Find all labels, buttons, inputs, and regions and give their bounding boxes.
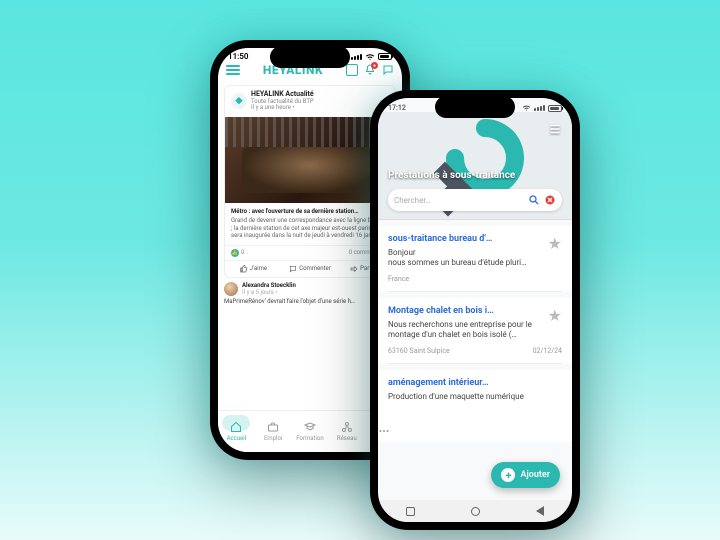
item-body: Production d'une maquette numérique: [388, 392, 562, 402]
status-time: 11:50: [228, 52, 248, 61]
home-icon: [230, 421, 242, 433]
item-body: Nous recherchons une entreprise pour le …: [388, 320, 562, 341]
recent-apps-icon[interactable]: [406, 507, 415, 516]
back-icon[interactable]: [536, 506, 544, 516]
hero-header: Prestations à sous-traitance Chercher…: [378, 112, 572, 220]
search-input[interactable]: Chercher…: [388, 189, 562, 211]
android-nav-bar: [378, 500, 572, 522]
briefcase-icon: [267, 421, 279, 433]
list-item[interactable]: aménagement intérieur… Production d'une …: [378, 370, 572, 442]
fab-label: Ajouter: [520, 470, 550, 480]
post-time: Il y a une heure •: [251, 105, 375, 112]
list-item[interactable]: Montage chalet en bois i… ★ Nous recherc…: [378, 298, 572, 363]
item-location: 63160 Saint Sulpice: [388, 347, 450, 355]
post-headline: Métro : avec l'ouverture de sa dernière …: [231, 208, 389, 216]
list-item[interactable]: sous-traitance bureau d'… ★ Bonjournous …: [378, 226, 572, 291]
tab-accueil[interactable]: Accueil: [218, 411, 255, 452]
page-title: Prestations à sous-traitance: [388, 170, 515, 181]
avatar: [224, 282, 238, 296]
notifications-icon[interactable]: ●: [364, 64, 376, 76]
like-button[interactable]: J'aime: [225, 261, 282, 277]
post-avatar[interactable]: ◆: [231, 93, 247, 109]
like-count: 0: [241, 249, 244, 256]
signal-icon: [534, 105, 545, 111]
post2-author: Alexandra Stoecklin: [242, 282, 296, 289]
like-count-icon: 👍: [231, 249, 239, 257]
status-time: 17:12: [388, 104, 406, 112]
notch: [435, 96, 515, 118]
item-body: Bonjournous sommes un bureau d'étude plu…: [388, 248, 562, 269]
star-icon[interactable]: ★: [548, 234, 562, 253]
search-placeholder: Chercher…: [394, 196, 524, 205]
search-icon[interactable]: [528, 194, 540, 206]
home-icon[interactable]: [471, 507, 480, 516]
battery-icon: [378, 53, 392, 60]
battery-icon: [548, 105, 562, 112]
clear-icon[interactable]: [544, 194, 556, 206]
item-title: aménagement intérieur…: [388, 378, 562, 388]
wifi-icon: [365, 53, 375, 61]
tab-reseau[interactable]: Réseau: [328, 411, 365, 452]
add-button[interactable]: + Ajouter: [491, 462, 560, 488]
dots-icon: [378, 425, 390, 437]
item-title: sous-traitance bureau d'…: [388, 234, 562, 244]
star-icon[interactable]: ★: [548, 306, 562, 325]
comment-button[interactable]: Commenter: [282, 261, 339, 277]
plus-icon: +: [501, 468, 515, 482]
post2-time: Il y a 5 jours •: [242, 289, 296, 296]
notch: [270, 46, 350, 68]
network-icon: [341, 421, 353, 433]
view-list-icon[interactable]: [548, 122, 562, 136]
menu-icon[interactable]: [226, 65, 240, 75]
tab-formation[interactable]: Formation: [292, 411, 329, 452]
post-body: Grand de devenir une correspondance avec…: [231, 217, 386, 239]
chat-icon[interactable]: [382, 64, 394, 76]
item-date: 02/12/24: [533, 347, 562, 355]
item-title: Montage chalet en bois i…: [388, 306, 562, 316]
signal-icon: [351, 54, 362, 60]
wifi-icon: [522, 104, 531, 112]
notif-badge: ●: [371, 62, 378, 69]
phone-right: 17:12 Prestations à sous-traitance: [370, 90, 580, 530]
graduation-icon: [304, 421, 316, 433]
tab-emploi[interactable]: Emploi: [255, 411, 292, 452]
grid-icon[interactable]: [346, 64, 358, 76]
item-location: France: [388, 275, 409, 283]
